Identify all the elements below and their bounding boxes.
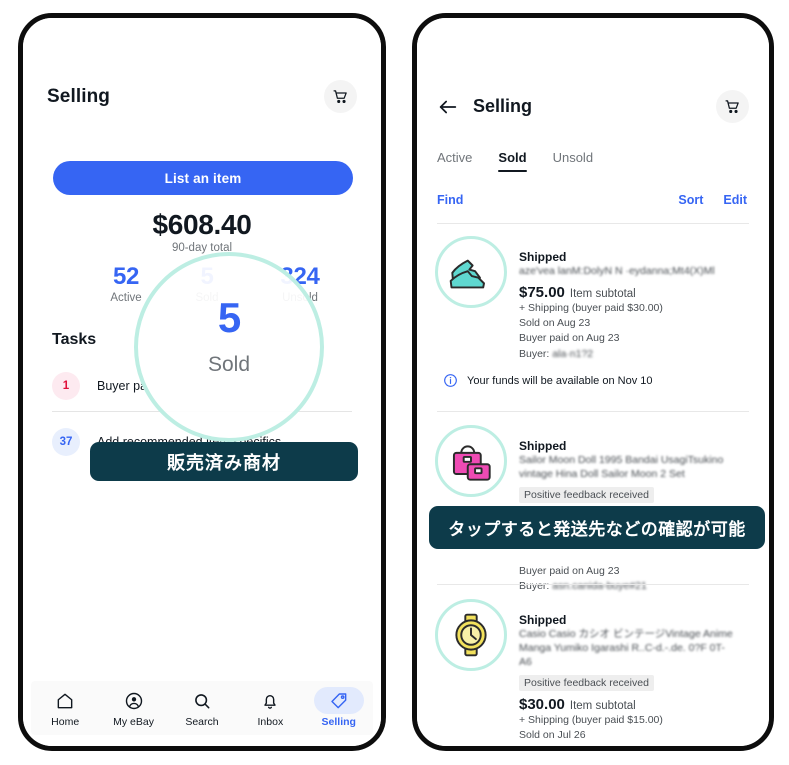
tab-active[interactable]: Active <box>437 150 472 172</box>
listing-status: Shipped <box>519 439 734 453</box>
info-icon <box>443 373 458 388</box>
find-button[interactable]: Find <box>437 193 463 207</box>
shopping-cart-icon[interactable] <box>324 80 357 113</box>
right-header: Selling <box>417 90 769 123</box>
listing-title: aze'vea lanM:DolyN N ·eydan na;Mt4(X)Ml <box>519 265 715 279</box>
listing-price-label: Item subtotal <box>570 700 636 712</box>
account-circle-icon <box>124 688 144 713</box>
listing-title: Casio Casio カシオ ビンテージ Vintage Anime Mang… <box>519 628 734 670</box>
right-screen: Selling Active Sold Unsold Find Sort Edi… <box>417 18 769 746</box>
annotation-badge-right: タップすると発送先などの確認が可能 <box>429 506 765 549</box>
tab-sold[interactable]: Sold <box>498 150 526 172</box>
tasks-heading: Tasks <box>52 331 96 349</box>
highlight-sold-label: Sold <box>138 353 320 377</box>
page-title: Selling <box>47 86 110 108</box>
nav-label: Home <box>51 716 79 728</box>
nav-item-search[interactable]: Search <box>172 688 232 728</box>
annotation-badge-left: 販売済み商材 <box>90 442 358 481</box>
sort-button[interactable]: Sort <box>678 193 703 207</box>
nav-label: Search <box>185 716 218 728</box>
task-count-badge: 37 <box>52 428 80 456</box>
listing-status: Shipped <box>519 613 734 627</box>
listing-info: Shipped Casio Casio カシオ ビンテージ Vintage An… <box>519 599 734 743</box>
nav-label: Selling <box>322 716 356 728</box>
watch-icon <box>435 599 507 671</box>
search-icon <box>192 688 212 713</box>
divider <box>437 584 749 585</box>
listing-buyer: Buyer: asn.canida-buye#21 <box>519 579 734 594</box>
listing-sold-on: Sold on Jul 26 <box>519 728 734 743</box>
listing-buyer-label: Buyer: <box>519 580 549 592</box>
page-title: Selling <box>473 96 532 117</box>
feedback-badge: Positive feedback received <box>519 675 654 691</box>
list-item[interactable]: Shipped aze'vea lanM:DolyN N ·eydan na;M… <box>435 236 755 362</box>
nav-label: Inbox <box>258 716 284 728</box>
listing-price-row: $30.00 Item subtotal <box>519 696 734 713</box>
listing-status: Shipped <box>519 250 715 264</box>
divider <box>437 411 749 412</box>
listing-tabs: Active Sold Unsold <box>437 150 593 172</box>
task-count-badge: 1 <box>52 372 80 400</box>
listing-buyer: Buyer: ala·n1?2 <box>519 347 715 362</box>
listing-shipping: + Shipping (buyer paid $15.00) <box>519 713 734 728</box>
highlight-sold-value: 5 <box>138 294 320 342</box>
listing-toolbar: Find Sort Edit <box>437 193 747 207</box>
shopping-cart-icon[interactable] <box>716 90 749 123</box>
listing-sold-on: Sold on Aug 23 <box>519 316 715 331</box>
phone-left: Selling List an item $608.40 90-day tota… <box>18 13 386 751</box>
ninety-day-total-amount: $608.40 <box>23 209 381 241</box>
list-item[interactable]: Shipped Casio Casio カシオ ビンテージ Vintage An… <box>435 599 755 743</box>
sold-highlight-ring: 5 Sold <box>134 252 324 442</box>
listing-price: $75.00 <box>519 284 565 301</box>
bottom-navigation: Home My eBay Search Inbox Selling <box>31 681 373 735</box>
listing-shipping: + Shipping (buyer paid $30.00) <box>519 301 715 316</box>
listing-info: Shipped aze'vea lanM:DolyN N ·eydan na;M… <box>519 236 715 362</box>
handbag-icon <box>435 425 507 497</box>
left-header: Selling <box>23 80 381 113</box>
home-icon <box>55 688 75 713</box>
back-arrow-icon[interactable] <box>437 96 459 118</box>
listing-buyer-value: ala·n1?2 <box>552 347 593 362</box>
listing-price-row: $75.00 Item subtotal <box>519 284 715 301</box>
sneakers-icon <box>435 236 507 308</box>
nav-label: My eBay <box>113 716 154 728</box>
nav-item-inbox[interactable]: Inbox <box>240 688 300 728</box>
tab-unsold[interactable]: Unsold <box>553 150 593 172</box>
ninety-day-total-label: 90-day total <box>23 242 381 254</box>
listing-title: Sailor Moon Doll 1995 Bandai Usagi Tsuki… <box>519 454 734 482</box>
listing-buyer-paid: Buyer paid on Aug 23 <box>519 331 715 346</box>
tag-icon <box>329 688 349 713</box>
left-screen: Selling List an item $608.40 90-day tota… <box>23 18 381 746</box>
funds-note-text: Your funds will be available on Nov 10 <box>467 375 653 387</box>
list-an-item-button[interactable]: List an item <box>53 161 353 195</box>
nav-item-my-ebay[interactable]: My eBay <box>104 688 164 728</box>
nav-item-home[interactable]: Home <box>35 688 95 728</box>
listing-buyer-label: Buyer: <box>519 348 549 360</box>
listing-buyer-paid: Buyer paid on Aug 23 <box>519 564 734 579</box>
bell-icon <box>260 688 280 713</box>
edit-button[interactable]: Edit <box>723 193 747 207</box>
listing-buyer-value: asn.canida-buye#21 <box>552 579 647 594</box>
phone-right: Selling Active Sold Unsold Find Sort Edi… <box>412 13 774 751</box>
feedback-badge: Positive feedback received <box>519 487 654 503</box>
nav-item-selling[interactable]: Selling <box>309 688 369 728</box>
listing-price: $30.00 <box>519 696 565 713</box>
funds-availability-note: Your funds will be available on Nov 10 <box>443 373 743 388</box>
screenshot-stage: Selling List an item $608.40 90-day tota… <box>0 0 789 765</box>
divider <box>437 223 749 224</box>
listing-price-label: Item subtotal <box>570 288 636 300</box>
